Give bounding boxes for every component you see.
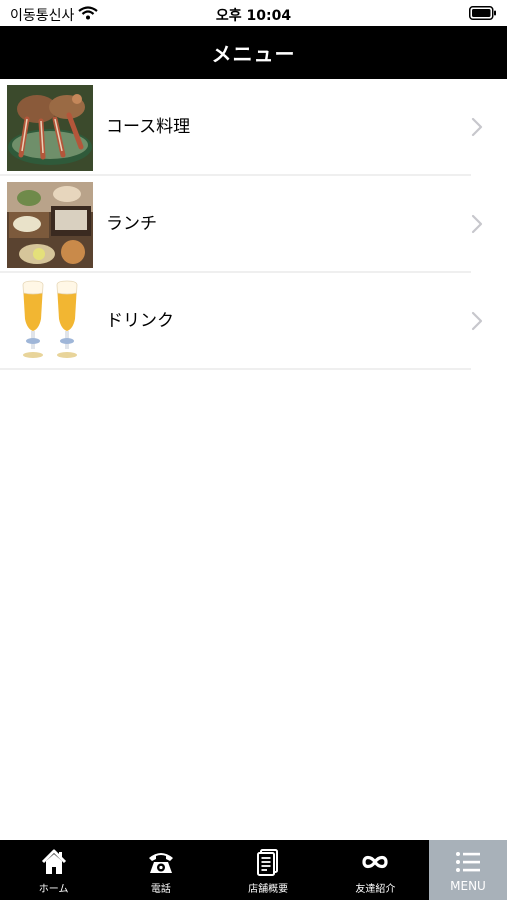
divider [0, 368, 471, 370]
document-icon [257, 849, 279, 876]
chevron-right-icon [471, 311, 483, 331]
chevron-right-icon [471, 117, 483, 137]
beer-glasses-image [7, 279, 93, 365]
menu-item-label: ドリンク [106, 311, 174, 331]
menu-item-label: ランチ [106, 214, 157, 234]
status-time: 오후 10:04 [215, 8, 292, 24]
menu-list: コース料理 ランチ ドリンク [0, 79, 507, 370]
tab-phone[interactable]: 電話 [107, 840, 214, 900]
tab-refer-friend[interactable]: 友達紹介 [322, 840, 429, 900]
tab-label: 友達紹介 [355, 884, 396, 895]
infinity-icon [362, 855, 388, 869]
menu-item-drink[interactable]: ドリンク [0, 273, 507, 370]
menu-item-label: コース料理 [106, 117, 191, 137]
tab-label: ホーム [38, 884, 69, 895]
menu-item-lunch[interactable]: ランチ [0, 176, 507, 273]
tab-label: 店舗概要 [248, 884, 289, 895]
tab-store-info[interactable]: 店舗概要 [215, 840, 322, 900]
status-bar: 이동통신사 오후 10:04 [0, 0, 507, 26]
page-title: メニュー [211, 42, 296, 66]
navigation-bar: メニュー [0, 26, 507, 79]
tab-label: 電話 [150, 884, 171, 895]
lunch-set-image [7, 182, 93, 268]
home-icon [41, 849, 66, 874]
menu-item-course[interactable]: コース料理 [0, 79, 507, 176]
tab-home[interactable]: ホーム [0, 840, 107, 900]
tab-bar: ホーム 電話 店舗概要 友達紹介 MENU [0, 840, 507, 900]
chevron-right-icon [471, 214, 483, 234]
phone-icon [148, 853, 173, 873]
list-icon [456, 852, 480, 872]
crab-dish-image [7, 85, 93, 171]
tab-menu[interactable]: MENU [429, 840, 507, 900]
tab-label: MENU [450, 879, 486, 893]
battery-icon [469, 6, 496, 20]
